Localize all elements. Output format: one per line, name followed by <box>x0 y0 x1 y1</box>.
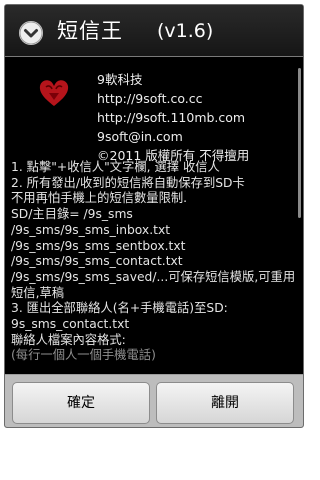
ok-button[interactable]: 確定 <box>12 382 150 424</box>
instructions-text: 1. 點擊"+收信人"文字欄, 選擇 收信人 2. 所有發出/收到的短信將自動保… <box>11 160 301 364</box>
instruction-line: /9s_sms/9s_sms_contact.txt <box>11 254 183 269</box>
instruction-line: 1. 點擊"+收信人"文字欄, 選擇 收信人 <box>11 160 220 174</box>
chevron-down-circle-icon <box>19 21 43 45</box>
instruction-line: /9s_sms/9s_sms_sentbox.txt <box>11 238 186 253</box>
website-link-2[interactable]: http://9soft.110mb.com <box>97 108 297 127</box>
dialog-content[interactable]: 9軟科技 http://9soft.co.cc http://9soft.110… <box>5 58 303 374</box>
app-info: 9軟科技 http://9soft.co.cc http://9soft.110… <box>97 70 297 165</box>
red-heart-logo <box>37 76 71 110</box>
about-dialog: 短信王 (v1.6) 9軟科技 http://9soft.co.cc http:… <box>4 4 304 428</box>
instruction-line: 3. 匯出全部聯絡人(名+手機電話)至SD: <box>11 301 228 316</box>
dialog-button-bar: 確定 離開 <box>5 374 303 427</box>
instruction-line: /9s_sms/9s_sms_inbox.txt <box>11 222 171 237</box>
company-name: 9軟科技 <box>97 72 143 87</box>
dialog-titlebar: 短信王 (v1.6) <box>5 5 303 57</box>
instruction-line: 不用再怕手機上的短信數量限制. <box>11 191 188 206</box>
close-button[interactable]: 離開 <box>156 382 294 424</box>
scrollbar-thumb[interactable] <box>298 68 301 218</box>
instruction-line: 9s_sms_contact.txt <box>11 317 130 332</box>
instruction-line: 聯絡人檔案內容格式: <box>11 332 126 347</box>
instruction-line: 2. 所有發出/收到的短信將自動保存到SD卡 <box>11 175 245 190</box>
instruction-line: SD/主目錄= /9s_sms <box>11 207 133 222</box>
email-address[interactable]: 9soft@in.com <box>97 127 297 146</box>
instruction-line: /9s_sms/9s_sms_saved/...可保存短信模版,可重用短信,草稿 <box>11 269 296 300</box>
website-link-1[interactable]: http://9soft.co.cc <box>97 89 297 108</box>
app-version: (v1.6) <box>157 20 214 42</box>
dialog-title: 短信王 <box>57 19 123 43</box>
instruction-line: (每行一個人一個手機電話) <box>11 348 156 363</box>
